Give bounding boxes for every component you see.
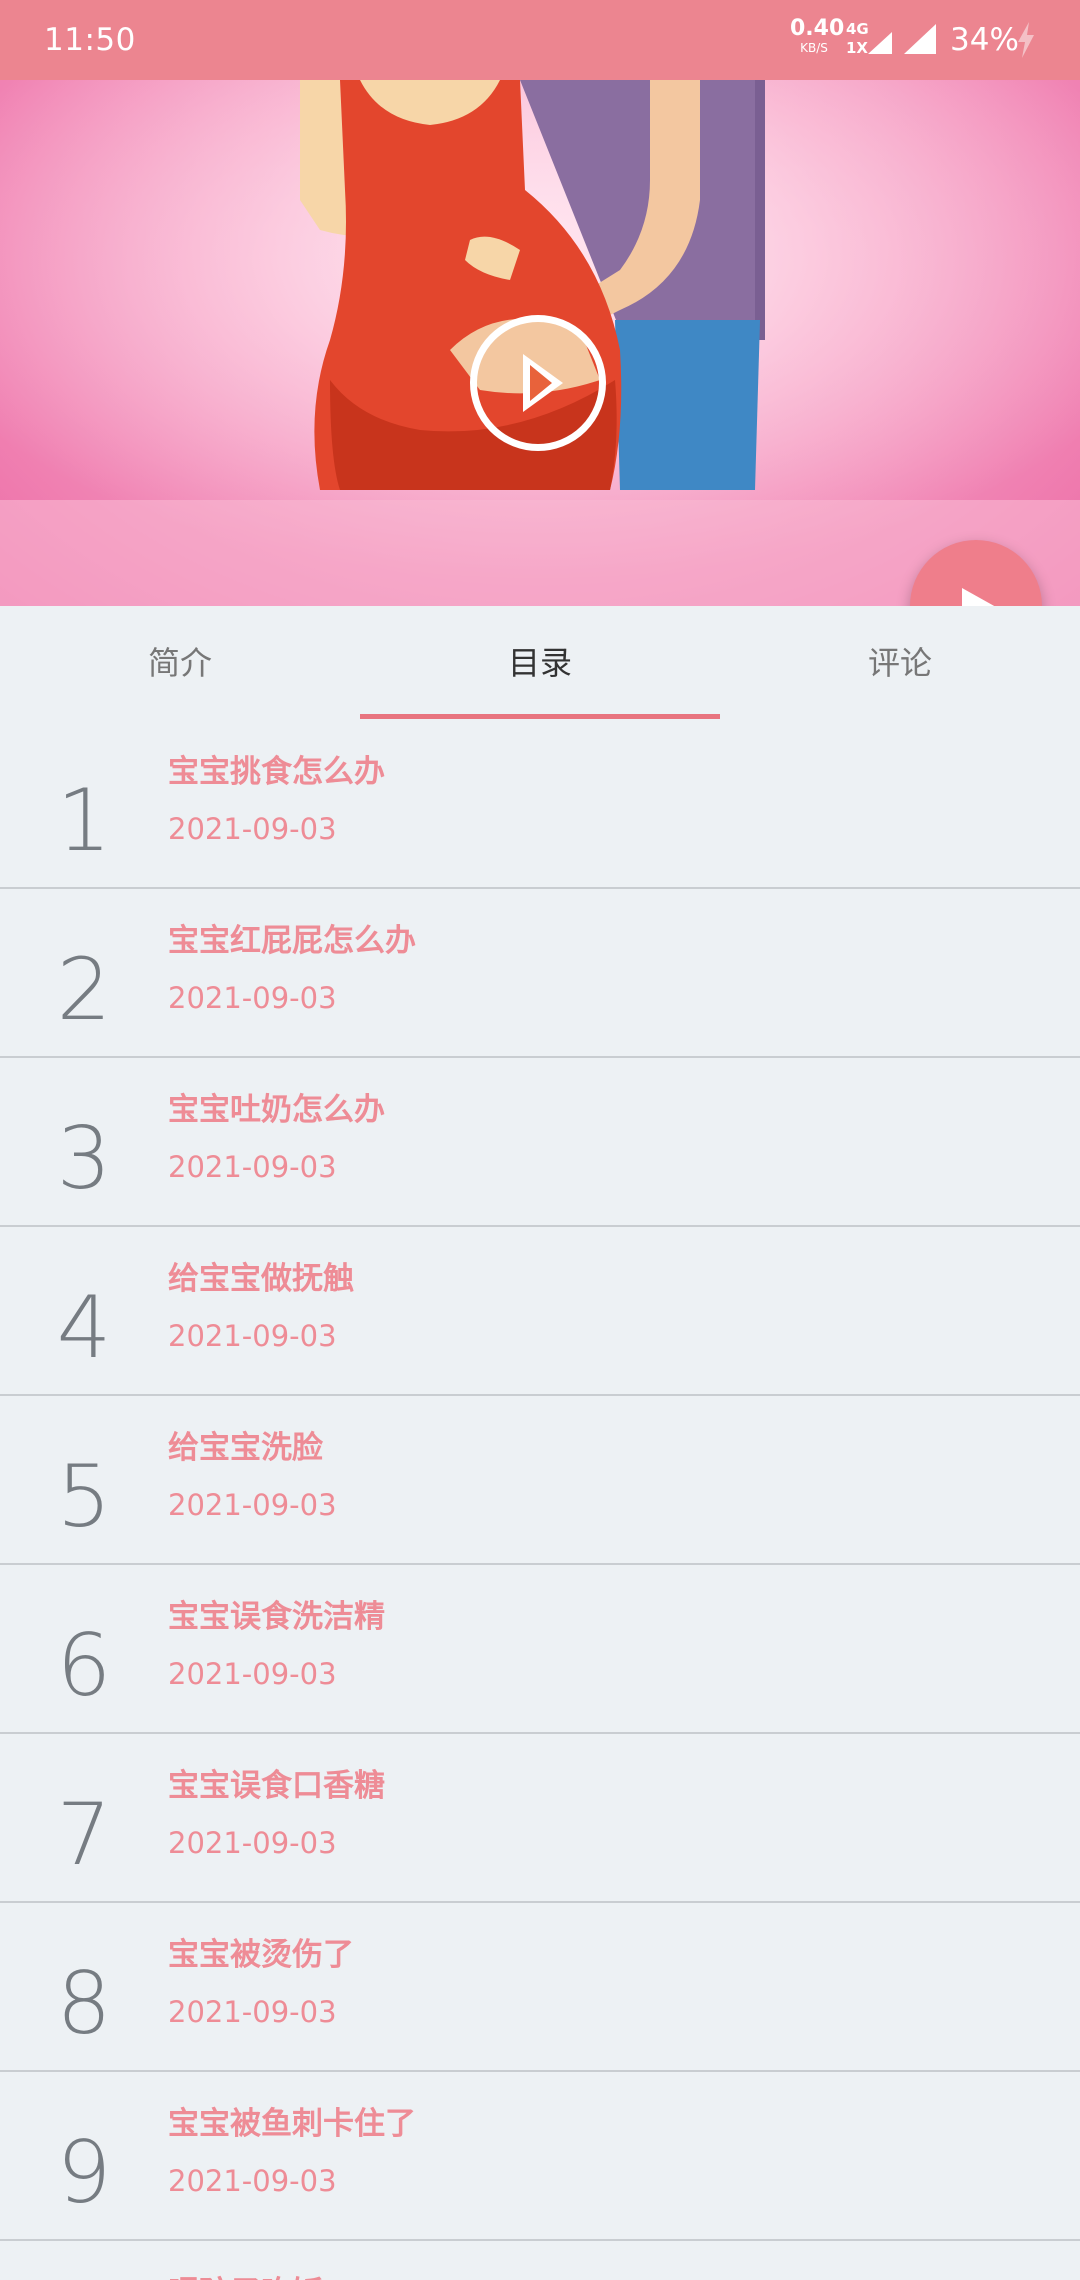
tab-catalog[interactable]: 目录 <box>360 606 720 720</box>
status-time: 11:50 <box>44 22 136 58</box>
item-number: 4 <box>56 1278 112 1378</box>
network-speed-value: 0.40 <box>790 16 845 41</box>
item-title: 宝宝误食洗洁精 <box>168 1599 385 1635</box>
item-number: 6 <box>56 1616 112 1716</box>
item-number: 3 <box>56 1109 112 1209</box>
item-date: 2021-09-03 <box>168 1150 337 1184</box>
item-date: 2021-09-03 <box>168 1995 337 2029</box>
tab-comments[interactable]: 评论 <box>720 606 1080 720</box>
item-title: 宝宝挑食怎么办 <box>168 754 385 790</box>
item-date: 2021-09-03 <box>168 1488 337 1522</box>
item-title: 宝宝红屁屁怎么办 <box>168 923 416 959</box>
cellular-signal-4g-icon: 4G 1X <box>846 20 894 60</box>
signal-strength-icon <box>904 24 936 54</box>
battery-percent: 34% <box>950 22 1019 58</box>
list-item[interactable]: 1 宝宝挑食怎么办 2021-09-03 <box>0 720 1080 889</box>
list-item[interactable]: 2 宝宝红屁屁怎么办 2021-09-03 <box>0 889 1080 1058</box>
item-title: 喂孩子吃饭 <box>168 2267 323 2280</box>
item-title: 宝宝吐奶怎么办 <box>168 1092 385 1128</box>
list-item[interactable]: 8 宝宝被烫伤了 2021-09-03 <box>0 1903 1080 2072</box>
item-title: 宝宝被烫伤了 <box>168 1937 354 1973</box>
list-item[interactable]: 9 宝宝被鱼刺卡住了 2021-09-03 <box>0 2072 1080 2241</box>
item-date: 2021-09-03 <box>168 2164 337 2198</box>
list-item[interactable]: 6 宝宝误食洗洁精 2021-09-03 <box>0 1565 1080 1734</box>
network-speed: 0.40 KB/S <box>790 16 845 55</box>
video-banner[interactable] <box>0 80 1080 606</box>
status-bar: 11:50 0.40 KB/S 4G 1X 34% <box>0 0 1080 80</box>
item-date: 2021-09-03 <box>168 981 337 1015</box>
item-date: 2021-09-03 <box>168 1319 337 1353</box>
catalog-list: 1 宝宝挑食怎么办 2021-09-03 2 宝宝红屁屁怎么办 2021-09-… <box>0 720 1080 2280</box>
list-item[interactable]: 5 给宝宝洗脸 2021-09-03 <box>0 1396 1080 1565</box>
signal-bars-icon <box>868 32 892 54</box>
list-item[interactable]: 4 给宝宝做抚触 2021-09-03 <box>0 1227 1080 1396</box>
tab-intro[interactable]: 简介 <box>0 606 360 720</box>
item-title: 给宝宝做抚触 <box>168 1261 354 1297</box>
item-date: 2021-09-03 <box>168 1657 337 1691</box>
list-item[interactable]: 喂孩子吃饭 <box>0 2241 1080 2280</box>
tab-bar: 简介 目录 评论 <box>0 606 1080 720</box>
item-number: 5 <box>56 1447 112 1547</box>
network-speed-unit: KB/S <box>800 41 828 55</box>
item-title: 宝宝被鱼刺卡住了 <box>168 2106 416 2142</box>
video-play-icon[interactable] <box>470 315 606 451</box>
item-title: 给宝宝洗脸 <box>168 1430 323 1466</box>
item-number: 1 <box>56 771 112 871</box>
item-date: 2021-09-03 <box>168 812 337 846</box>
tab-indicator <box>360 714 720 719</box>
item-number: 2 <box>56 940 112 1040</box>
item-number: 9 <box>56 2123 112 2223</box>
list-item[interactable]: 3 宝宝吐奶怎么办 2021-09-03 <box>0 1058 1080 1227</box>
item-number: 8 <box>56 1954 112 2054</box>
battery-charging-icon <box>1018 22 1034 58</box>
item-date: 2021-09-03 <box>168 1826 337 1860</box>
item-number: 7 <box>56 1785 112 1885</box>
item-title: 宝宝误食口香糖 <box>168 1768 385 1804</box>
list-item[interactable]: 7 宝宝误食口香糖 2021-09-03 <box>0 1734 1080 1903</box>
